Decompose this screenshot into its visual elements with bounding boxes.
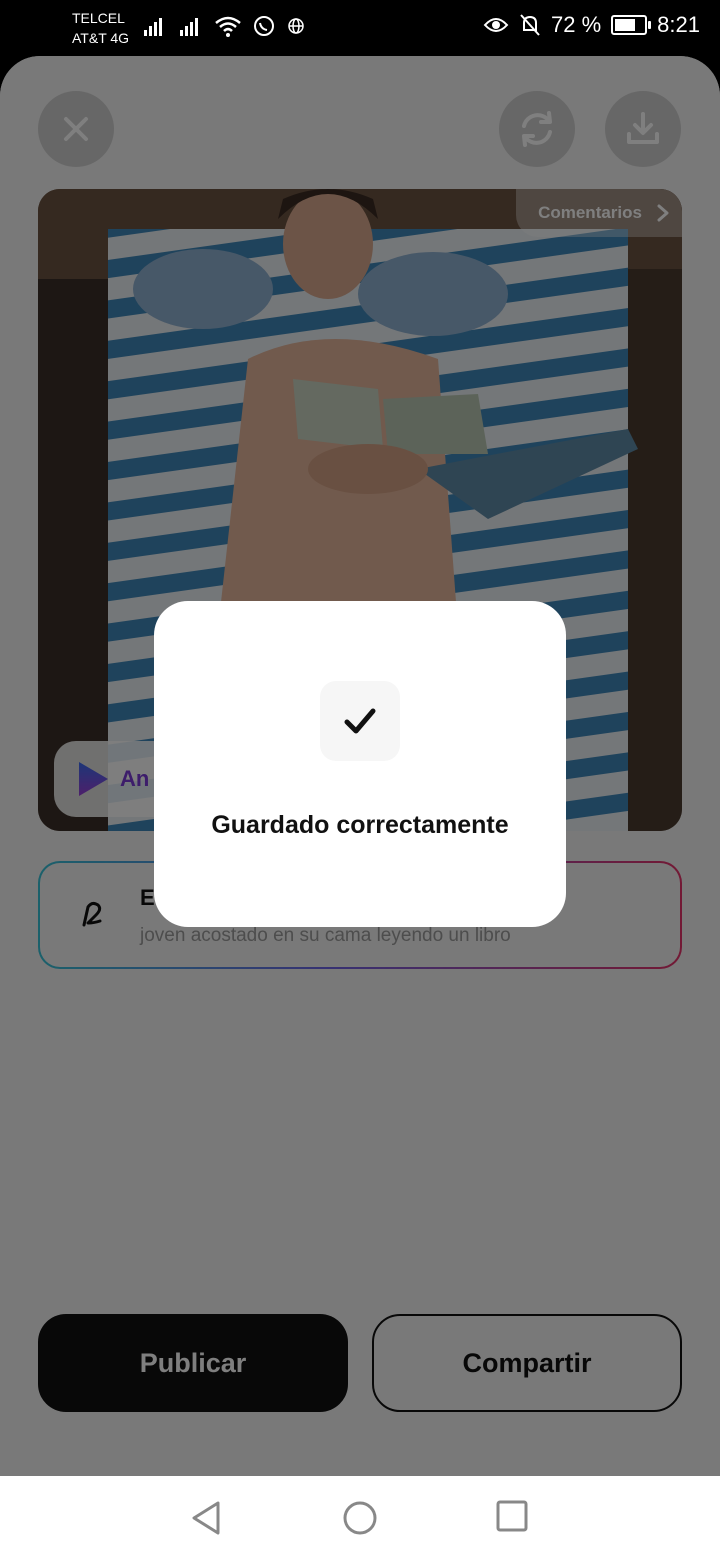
signal-icon-2 [180,18,198,36]
dialog-message: Guardado correctamente [211,811,509,839]
back-nav-icon[interactable] [190,1500,222,1536]
carrier-info: TELCEL AT&T 4G [72,8,129,48]
wifi-icon [215,16,241,37]
clock: 8:21 [657,12,700,37]
saved-dialog: Guardado correctamente [154,601,566,927]
status-bar: TELCEL AT&T 4G 72 % 8:21 [0,0,720,56]
battery-level [615,19,636,31]
whatsapp-icon [254,16,274,36]
status-right: 72 % 8:21 [483,12,700,38]
battery-icon [611,15,652,35]
check-container [320,681,400,761]
carrier-1: TELCEL [72,10,125,26]
carrier-2: AT&T 4G [72,30,130,46]
battery-percent: 72 % [551,12,602,37]
globe-icon [288,18,304,34]
network-icons [142,14,306,38]
navigation-bar [0,1476,720,1560]
signal-icon [144,18,162,36]
check-icon [344,708,376,734]
home-nav-icon[interactable] [342,1500,378,1536]
bell-muted-icon [520,14,540,36]
recents-nav-icon[interactable] [496,1500,528,1532]
eye-icon [483,18,509,32]
